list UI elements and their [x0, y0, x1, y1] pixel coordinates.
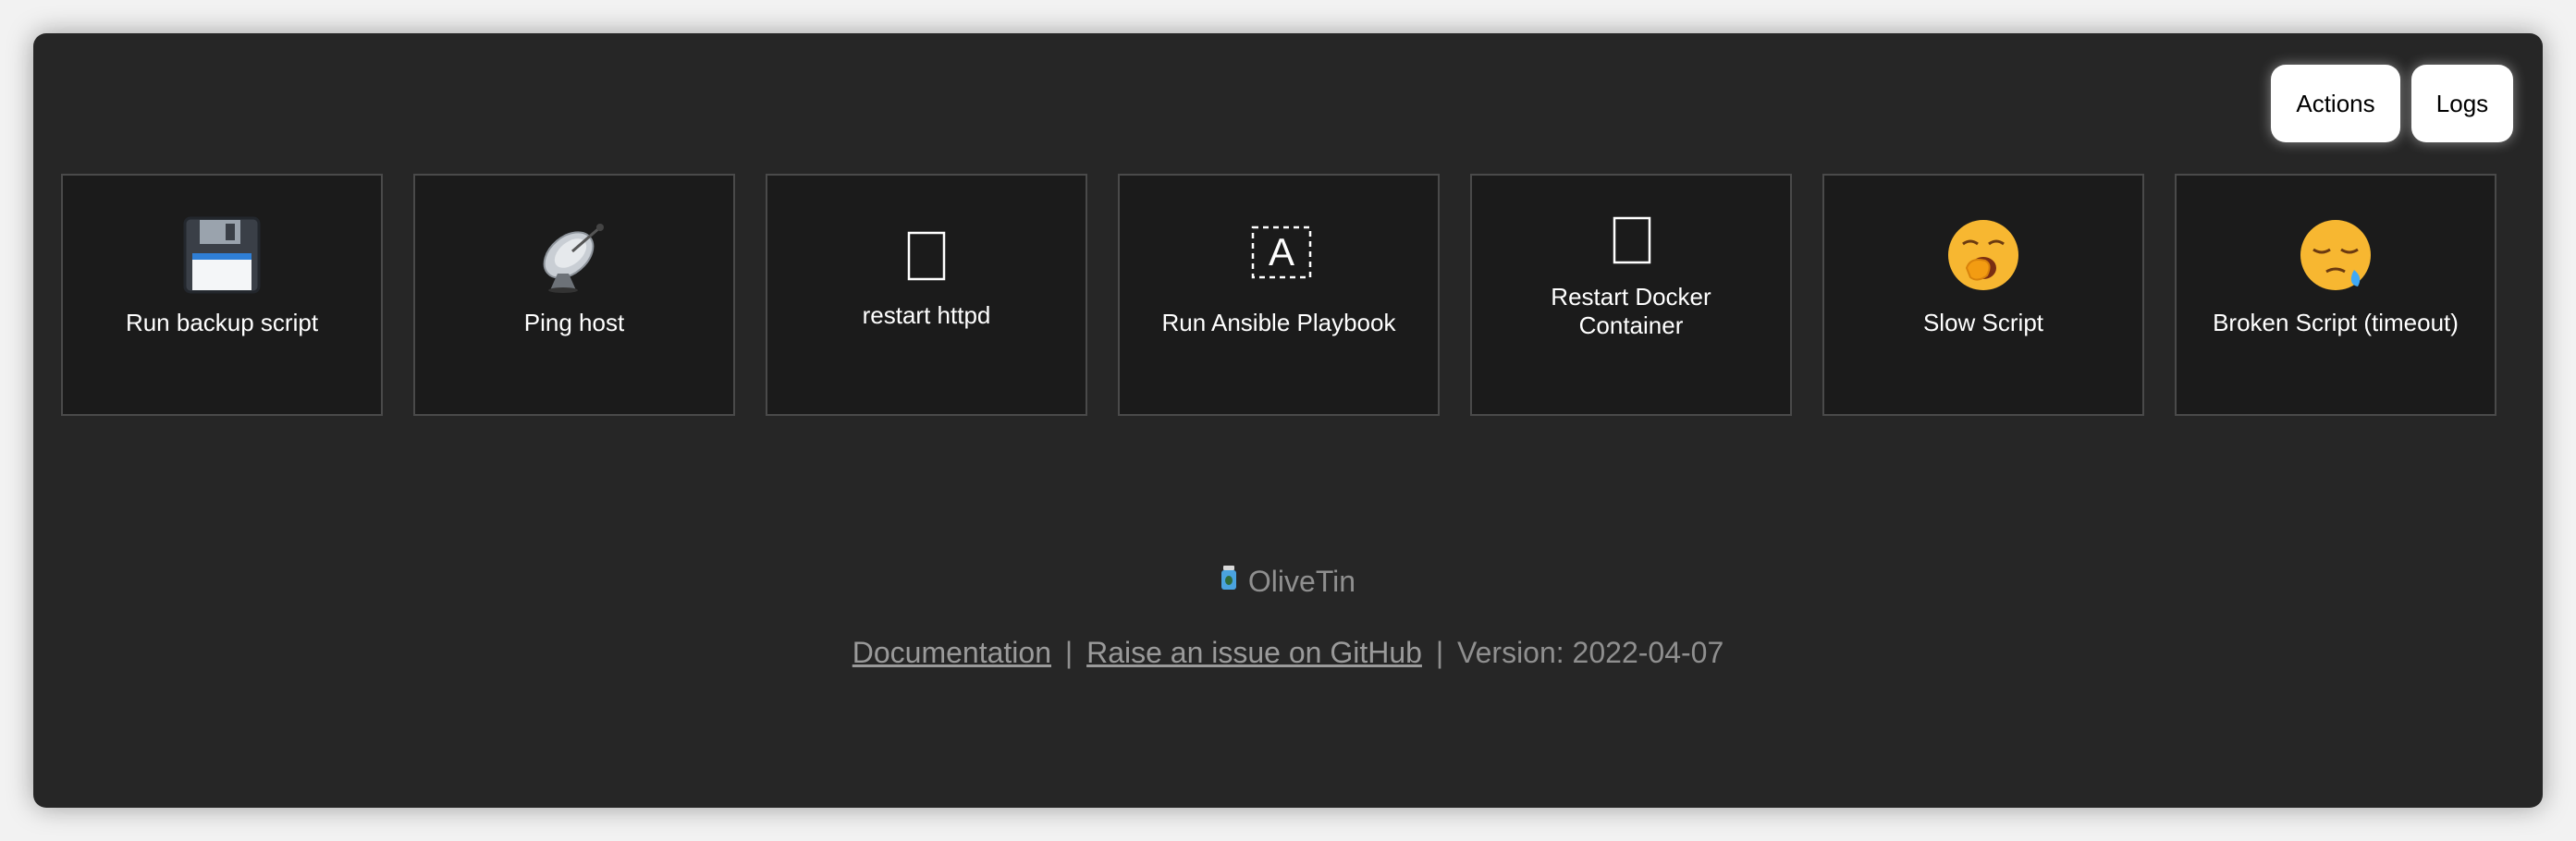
action-label: Run Ansible Playbook — [1161, 309, 1396, 336]
sleepy-face-icon — [2297, 216, 2374, 294]
action-slow-script[interactable]: Slow Script — [1822, 174, 2144, 416]
logs-button[interactable]: Logs — [2411, 65, 2513, 142]
separator: | — [1435, 636, 1444, 669]
action-restart-httpd[interactable]: restart httpd — [766, 174, 1087, 416]
action-label: Slow Script — [1922, 309, 2044, 336]
version-text: Version: 2022-04-07 — [1457, 636, 1724, 669]
floppy-disk-icon — [183, 216, 261, 294]
footer-links: Documentation | Raise an issue on GitHub… — [33, 636, 2543, 670]
documentation-link[interactable]: Documentation — [853, 636, 1051, 669]
svg-text:A: A — [1269, 230, 1294, 274]
action-grid: Run backup script Ping host restart http… — [61, 174, 2496, 416]
top-nav: Actions Logs — [2271, 65, 2513, 142]
footer: OliveTin Documentation | Raise an issue … — [33, 564, 2543, 670]
action-label: Run backup script — [125, 309, 319, 336]
action-restart-docker-container[interactable]: Restart Docker Container — [1470, 174, 1792, 416]
action-broken-script[interactable]: Broken Script (timeout) — [2175, 174, 2496, 416]
action-label: restart httpd — [862, 301, 991, 329]
action-label: Ping host — [523, 309, 625, 336]
action-run-backup-script[interactable]: Run backup script — [61, 174, 383, 416]
missing-glyph-icon — [888, 216, 965, 294]
satellite-dish-icon — [535, 216, 613, 294]
dashed-box-a-icon: A — [1240, 216, 1318, 294]
action-ping-host[interactable]: Ping host — [413, 174, 735, 416]
app-window: Actions Logs Run backup script Ping host… — [33, 33, 2543, 808]
footer-brand: OliveTin — [33, 564, 2543, 599]
brand-name: OliveTin — [1247, 564, 1356, 598]
github-issue-link[interactable]: Raise an issue on GitHub — [1086, 636, 1422, 669]
action-label: Restart Docker Container — [1551, 283, 1711, 339]
missing-glyph-icon — [1592, 209, 1670, 283]
yawning-face-icon — [1944, 216, 2022, 294]
olivetin-logo-icon — [1221, 564, 1237, 599]
action-label: Broken Script (timeout) — [2213, 309, 2459, 336]
action-run-ansible-playbook[interactable]: A Run Ansible Playbook — [1118, 174, 1440, 416]
separator: | — [1064, 636, 1073, 669]
actions-button[interactable]: Actions — [2271, 65, 2400, 142]
